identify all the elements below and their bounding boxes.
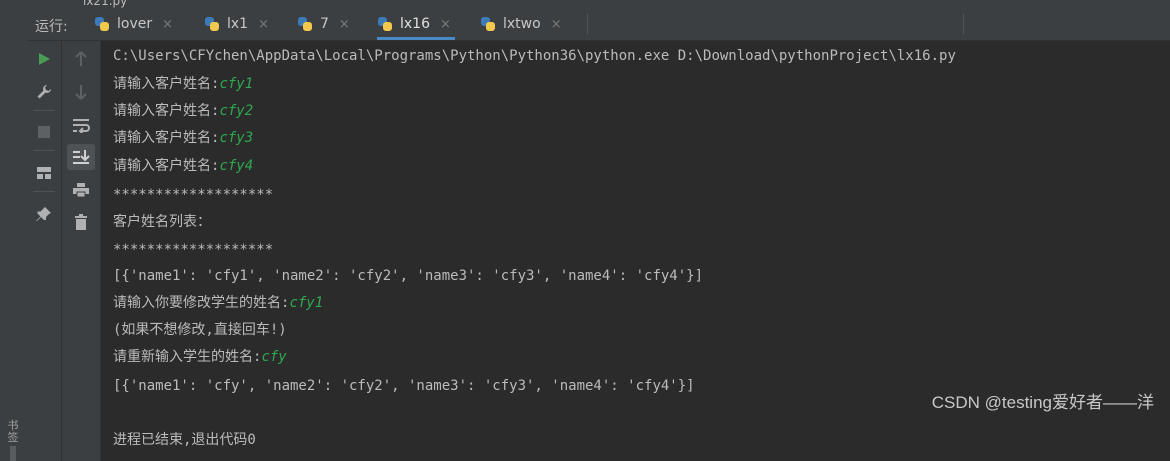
console-line: 请输入客户姓名:cfy4	[113, 158, 254, 174]
console-line: [{'name1': 'cfy', 'name2': 'cfy2', 'name…	[113, 378, 695, 394]
user-input-text: cfy2	[219, 103, 254, 119]
arrow-up-icon	[75, 51, 87, 66]
tab-lx1[interactable]: lx1 ×	[204, 8, 269, 40]
scroll-to-end-button[interactable]	[67, 144, 95, 170]
tab-label: lx16	[400, 16, 430, 32]
close-icon[interactable]: ×	[339, 17, 350, 32]
tab-lxtwo[interactable]: lxtwo ×	[480, 8, 562, 40]
editor-tab-remnant: lx21.py	[27, 0, 1170, 8]
console-line: 客户姓名列表：	[113, 214, 211, 230]
wrench-icon	[37, 85, 51, 99]
stop-icon	[38, 126, 50, 138]
layout-icon	[37, 167, 51, 179]
edit-config-button[interactable]	[30, 79, 58, 105]
tab-lover[interactable]: lover ×	[94, 8, 173, 40]
scroll-to-end-icon	[73, 150, 90, 164]
user-input-text: cfy1	[219, 76, 254, 92]
python-file-icon	[297, 16, 313, 32]
previous-occurrence-button[interactable]	[67, 46, 95, 72]
user-input-text: cfy3	[219, 130, 254, 146]
close-icon[interactable]: ×	[258, 17, 269, 32]
bookmarks-label[interactable]: 书签	[6, 420, 20, 444]
user-input-text: cfy4	[219, 158, 254, 174]
toolbar-separator	[33, 110, 55, 111]
tab-divider	[963, 14, 964, 34]
print-button[interactable]	[67, 177, 95, 203]
console-line: 进程已结束,退出代码0	[113, 432, 256, 448]
python-file-icon	[480, 16, 496, 32]
console-line: *******************	[113, 187, 274, 203]
python-file-icon	[94, 16, 110, 32]
run-toolbar	[27, 41, 62, 461]
tab-label: lx1	[227, 16, 249, 32]
run-button[interactable]	[30, 46, 58, 72]
user-input-text: cfy	[261, 349, 287, 365]
close-icon[interactable]: ×	[551, 17, 562, 32]
console-line: 请输入客户姓名:cfy1	[113, 76, 254, 92]
console-line: (如果不想修改,直接回车!)	[113, 322, 287, 338]
side-strip-handle	[10, 446, 16, 461]
clear-all-button[interactable]	[67, 209, 95, 235]
python-file-icon	[204, 16, 220, 32]
run-icon	[39, 53, 50, 65]
next-occurrence-button[interactable]	[67, 79, 95, 105]
pin-tab-button[interactable]	[30, 201, 58, 227]
console-toolbar	[62, 41, 101, 461]
tab-label: 7	[320, 16, 329, 32]
editor-file-name[interactable]: lx21.py	[83, 0, 127, 8]
python-file-icon	[377, 16, 393, 32]
user-input-text: cfy1	[289, 295, 324, 311]
console-line: 请输入客户姓名:cfy3	[113, 130, 254, 146]
tab-lx16[interactable]: lx16 ×	[377, 8, 455, 40]
tab-label: lxtwo	[503, 16, 541, 32]
console-line: 请重新输入学生的姓名:cfy	[113, 349, 287, 365]
run-tab-bar: 运行: lover × lx1 × 7 × lx16 × lxtwo ×	[27, 8, 1170, 41]
tab-7[interactable]: 7 ×	[297, 8, 350, 40]
console-line: 请输入你要修改学生的姓名:cfy1	[113, 295, 324, 311]
console-line: 请输入客户姓名:cfy2	[113, 103, 254, 119]
toolbar-separator	[33, 191, 55, 192]
trash-icon	[75, 214, 87, 230]
print-icon	[73, 183, 89, 198]
arrow-down-icon	[75, 85, 87, 100]
console-line: [{'name1': 'cfy1', 'name2': 'cfy2', 'nam…	[113, 268, 704, 284]
bookmarks-side-strip: 书签	[0, 0, 28, 461]
tab-divider	[587, 14, 588, 34]
close-icon[interactable]: ×	[440, 17, 451, 32]
csdn-watermark: CSDN @testing爱好者——洋	[931, 393, 1154, 412]
run-label: 运行:	[35, 19, 68, 35]
soft-wrap-button[interactable]	[67, 112, 95, 138]
soft-wrap-icon	[73, 119, 90, 133]
console-line: C:\Users\CFYchen\AppData\Local\Programs\…	[113, 48, 956, 64]
pin-icon	[36, 207, 51, 221]
toolbar-separator	[33, 150, 55, 151]
layout-button[interactable]	[30, 160, 58, 186]
stop-button[interactable]	[30, 119, 58, 145]
close-icon[interactable]: ×	[162, 17, 173, 32]
tab-label: lover	[117, 16, 153, 32]
console-line: *******************	[113, 242, 274, 258]
